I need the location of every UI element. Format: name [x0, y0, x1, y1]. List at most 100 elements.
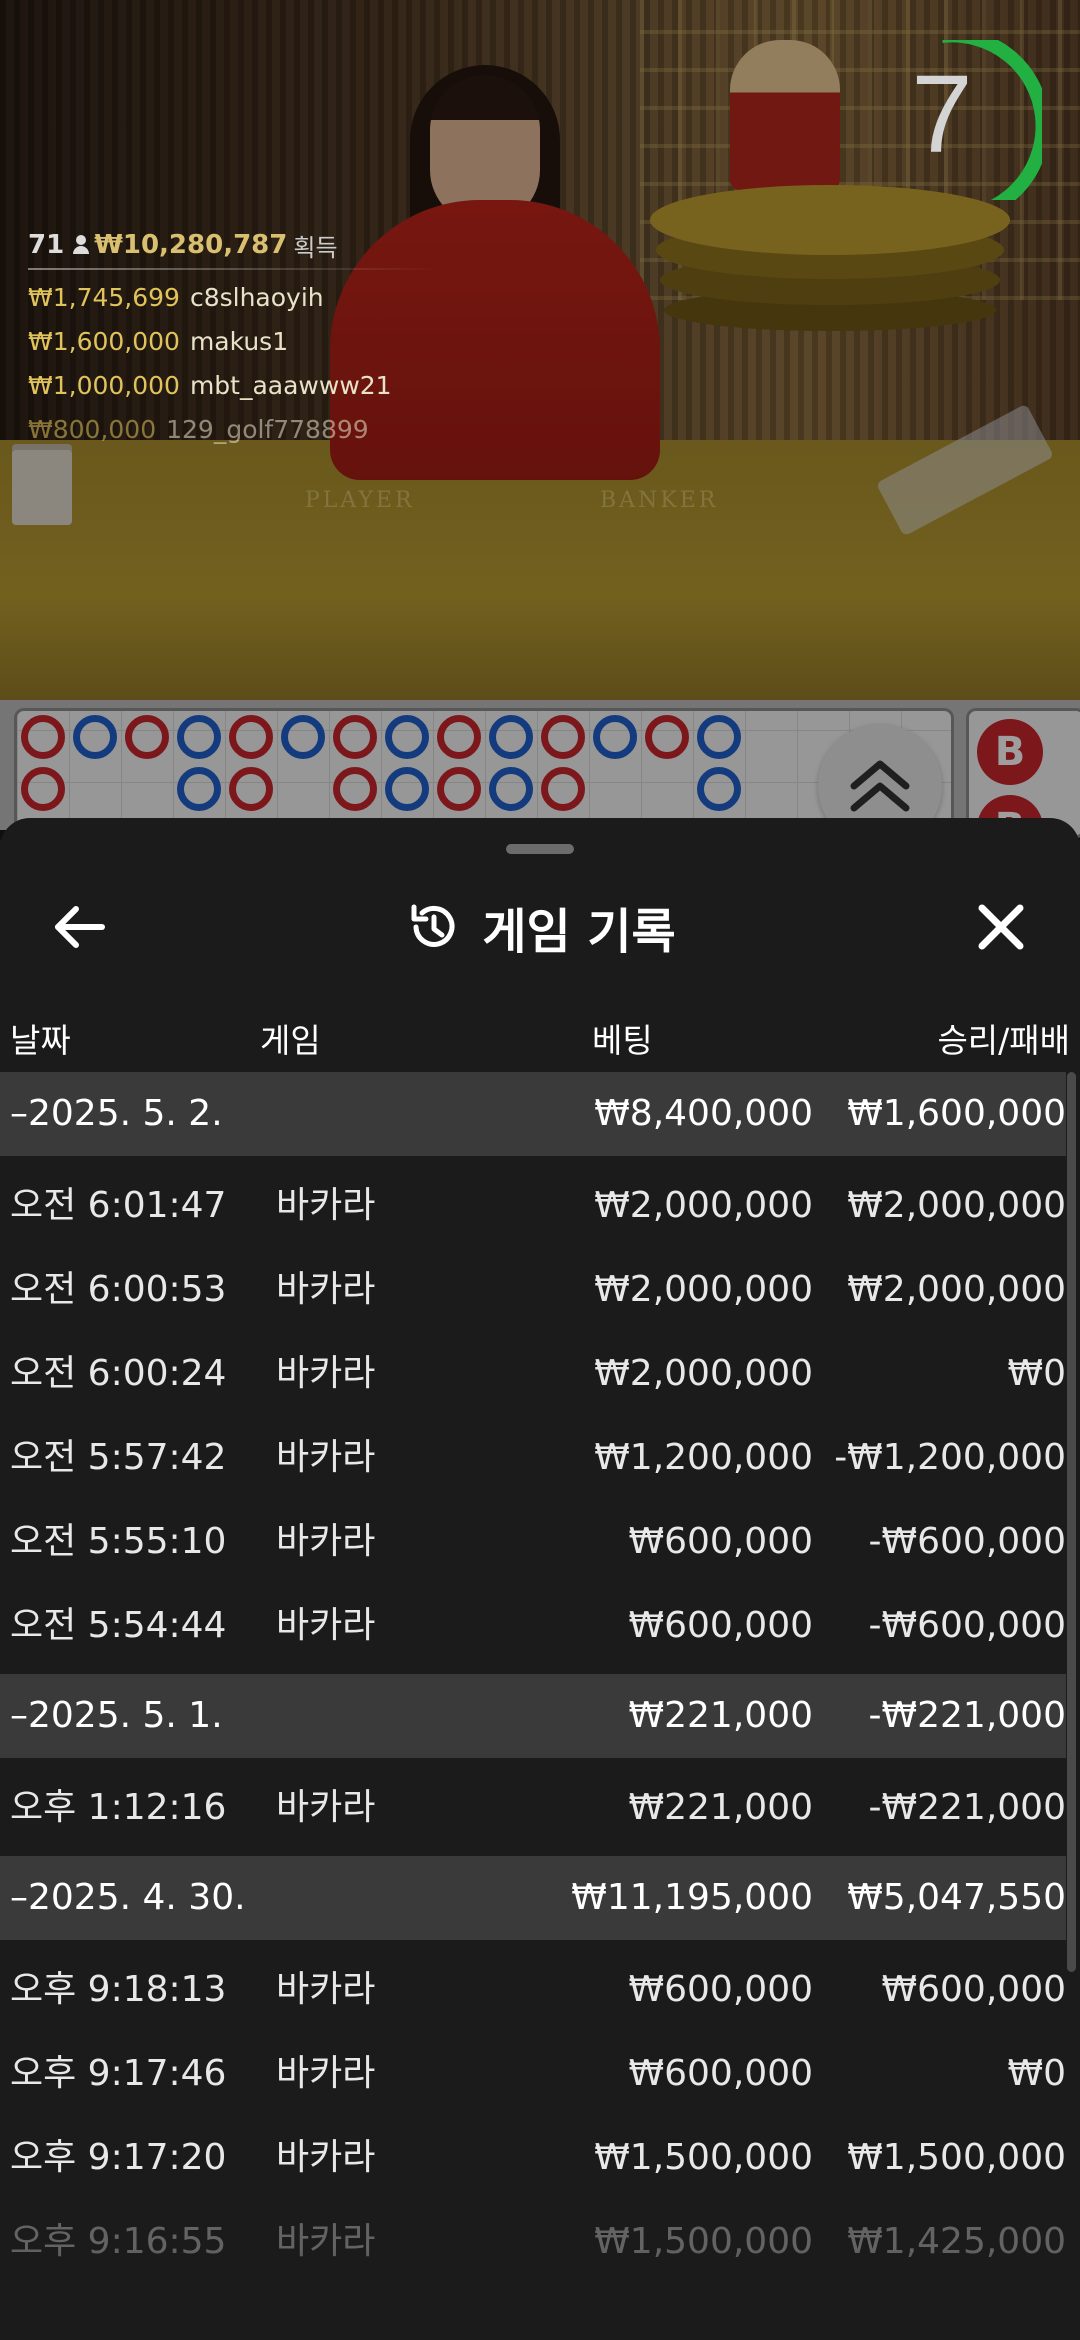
group-bet-total: ₩8,400,000: [594, 1093, 813, 1134]
winners-total: ₩10,280,787: [94, 230, 288, 260]
row-bet: ₩600,000: [628, 1969, 813, 2010]
group-result-total: ₩5,047,550: [847, 1877, 1066, 1918]
history-row[interactable]: 오전 5:55:10 바카라 ₩600,000 -₩600,000: [0, 1500, 1066, 1584]
sheet-title: 게임 기록: [482, 904, 676, 960]
history-row[interactable]: 오전 6:00:24 바카라 ₩2,000,000 ₩0: [0, 1332, 1066, 1416]
countdown-value: 7: [911, 53, 973, 176]
row-game: 바카라: [276, 2137, 376, 2178]
history-row[interactable]: 오전 6:01:47 바카라 ₩2,000,000 ₩2,000,000: [0, 1164, 1066, 1248]
countdown-timer: 7: [882, 28, 1050, 223]
row-time: 오전 5:57:42: [10, 1437, 227, 1478]
group-date: –2025. 5. 2.: [10, 1093, 223, 1134]
live-video: PLAYER BANKER 7 71 ₩10,280,787 획득 ₩1,745…: [0, 0, 1080, 700]
group-bet-total: ₩11,195,000: [571, 1877, 813, 1918]
drag-handle[interactable]: [506, 844, 574, 854]
winners-count: 71: [28, 230, 65, 260]
winner-amount: ₩1,000,000: [28, 371, 180, 400]
row-time: 오전 6:00:53: [10, 1269, 227, 1310]
row-result: ₩1,500,000: [847, 2137, 1066, 2178]
date-group-row[interactable]: –2025. 4. 30. ₩11,195,000 ₩5,047,550: [0, 1856, 1066, 1940]
row-time: 오후 9:18:13: [10, 1969, 227, 2010]
row-bet: ₩1,200,000: [594, 1437, 813, 1478]
person-icon: [72, 235, 90, 255]
scrollbar[interactable]: [1067, 1072, 1076, 1972]
row-bet: ₩600,000: [628, 1521, 813, 1562]
row-bet: ₩2,000,000: [594, 1185, 813, 1226]
row-result: ₩0: [1007, 1353, 1067, 1394]
winners-summary: 71 ₩10,280,787 획득: [28, 228, 438, 262]
row-bet: ₩2,000,000: [594, 1269, 813, 1310]
history-row[interactable]: 오전 5:57:42 바카라 ₩1,200,000 -₩1,200,000: [0, 1416, 1066, 1500]
back-button[interactable]: [44, 892, 114, 962]
date-group-row[interactable]: –2025. 5. 2. ₩8,400,000 ₩1,600,000: [0, 1072, 1066, 1156]
group-bet-total: ₩221,000: [628, 1695, 813, 1736]
row-time: 오전 5:55:10: [10, 1521, 227, 1562]
row-result: -₩1,200,000: [834, 1437, 1066, 1478]
winner-row: ₩1,745,699 c8slhaoyih: [28, 276, 438, 320]
winners-panel: 71 ₩10,280,787 획득 ₩1,745,699 c8slhaoyih ₩…: [28, 228, 438, 452]
winners-suffix: 획득: [293, 233, 338, 262]
group-result-total: ₩1,600,000: [847, 1093, 1066, 1134]
column-game: 게임: [260, 1021, 321, 1060]
history-row[interactable]: 오후 9:17:46 바카라 ₩600,000 ₩0: [0, 2032, 1066, 2116]
row-result: -₩600,000: [868, 1605, 1066, 1646]
row-time: 오후 9:17:46: [10, 2053, 227, 2094]
winner-user: makus1: [189, 327, 289, 356]
column-bet: 베팅: [592, 1021, 653, 1060]
row-bet: ₩600,000: [628, 1605, 813, 1646]
group-date: –2025. 4. 30.: [10, 1877, 246, 1918]
winner-row: ₩1,600,000 makus1: [28, 320, 438, 364]
row-game: 바카라: [276, 2053, 376, 2094]
history-row[interactable]: 오후 9:17:20 바카라 ₩1,500,000 ₩1,500,000: [0, 2116, 1066, 2200]
row-result: ₩2,000,000: [847, 1269, 1066, 1310]
history-row[interactable]: 오전 5:54:44 바카라 ₩600,000 -₩600,000: [0, 1584, 1066, 1668]
winner-amount: ₩800,000: [28, 415, 157, 444]
game-history-sheet: 게임 기록 날짜 게임 베팅 승리/패배 –2025. 5. 2. ₩8,400…: [0, 818, 1080, 2340]
row-game: 바카라: [276, 1269, 376, 1310]
row-game: 바카라: [276, 1353, 376, 1394]
history-row[interactable]: 오후 9:18:13 바카라 ₩600,000 ₩600,000: [0, 1948, 1066, 2032]
arrow-left-icon: [55, 906, 105, 948]
row-game: 바카라: [276, 1787, 376, 1828]
row-time: 오후 9:17:20: [10, 2137, 227, 2178]
history-list[interactable]: –2025. 5. 2. ₩8,400,000 ₩1,600,000 오전 6:…: [0, 1072, 1080, 2340]
date-group-row[interactable]: –2025. 5. 1. ₩221,000 -₩221,000: [0, 1674, 1066, 1758]
table-header: 날짜 게임 베팅 승리/패배: [0, 990, 1080, 1072]
history-row[interactable]: 오전 6:00:53 바카라 ₩2,000,000 ₩2,000,000: [0, 1248, 1066, 1332]
sheet-header: 게임 기록: [0, 862, 1080, 992]
history-row[interactable]: 오후 1:12:16 바카라 ₩221,000 -₩221,000: [0, 1766, 1066, 1850]
divider: [28, 268, 438, 270]
row-result: -₩221,000: [868, 1787, 1066, 1828]
group-result-total: -₩221,000: [868, 1695, 1066, 1736]
close-button[interactable]: [966, 892, 1036, 962]
winner-user: mbt_aaawww21: [189, 371, 392, 400]
column-result: 승리/패배: [937, 1021, 1070, 1060]
row-bet: ₩1,500,000: [594, 2137, 813, 2178]
row-result: ₩2,000,000: [847, 1185, 1066, 1226]
row-result: ₩600,000: [881, 1969, 1066, 2010]
row-time: 오후 1:12:16: [10, 1787, 227, 1828]
winner-user: c8slhaoyih: [189, 283, 324, 312]
winner-user: 129_golf778899: [166, 415, 369, 444]
row-time: 오전 6:01:47: [10, 1185, 227, 1226]
history-icon: [411, 904, 455, 947]
row-game: 바카라: [276, 1969, 376, 2010]
winner-amount: ₩1,745,699: [28, 283, 180, 312]
row-game: 바카라: [276, 1437, 376, 1478]
row-time: 오전 6:00:24: [10, 1353, 227, 1394]
row-bet: ₩2,000,000: [594, 1353, 813, 1394]
winner-amount: ₩1,600,000: [28, 327, 180, 356]
row-result: ₩0: [1007, 2053, 1067, 2094]
winner-row: ₩800,000 129_golf778899: [28, 408, 438, 452]
row-time: 오전 5:54:44: [10, 1605, 227, 1646]
row-bet: ₩600,000: [628, 2053, 813, 2094]
row-result: -₩600,000: [868, 1521, 1066, 1562]
column-date: 날짜: [10, 1021, 71, 1060]
row-bet: ₩221,000: [628, 1787, 813, 1828]
winner-row: ₩1,000,000 mbt_aaawww21: [28, 364, 438, 408]
row-game: 바카라: [276, 1605, 376, 1646]
group-date: –2025. 5. 1.: [10, 1695, 223, 1736]
row-game: 바카라: [276, 1521, 376, 1562]
row-game: 바카라: [276, 1185, 376, 1226]
close-icon: [978, 904, 1024, 950]
